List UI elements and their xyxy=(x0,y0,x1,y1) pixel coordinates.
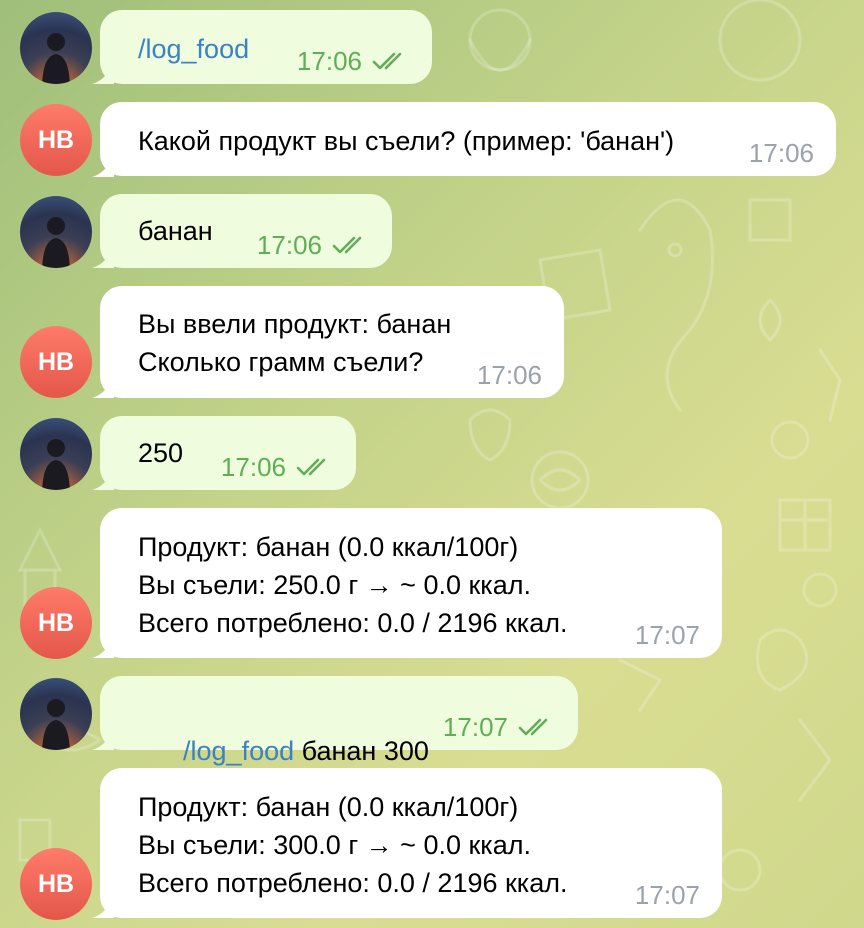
message-text-line: Продукт: банан (0.0 ккал/100г) xyxy=(138,792,519,822)
message-text: Какой продукт вы съели? (пример: 'банан'… xyxy=(138,126,675,156)
person-silhouette-icon xyxy=(42,699,70,750)
message-text-line: Сколько грамм съели? xyxy=(138,347,424,377)
message-text-line: Продукт: банан (0.0 ккал/100г) xyxy=(138,532,519,562)
person-silhouette-icon xyxy=(42,439,70,490)
chat-message-list[interactable]: /log_food 17:06 НВ Какой продукт вы съел… xyxy=(0,0,864,928)
message-time: 17:06 xyxy=(296,46,362,76)
message-bubble-incoming[interactable]: Вы ввели продукт: банан Сколько грамм съ… xyxy=(100,286,564,398)
message-time: 17:07 xyxy=(442,712,508,742)
message-bubble-incoming[interactable]: Продукт: банан (0.0 ккал/100г) Вы съели:… xyxy=(100,508,722,658)
message-bubble-outgoing[interactable]: /log_food банан 300 17:07 xyxy=(100,676,578,766)
message-text: 250 xyxy=(138,438,184,468)
bot-avatar[interactable]: НВ xyxy=(20,848,92,920)
message-text-line: Вы съели: 250.0 г → ~ 0.0 ккал. xyxy=(138,570,531,600)
message-time: 17:07 xyxy=(634,620,700,650)
message-text: банан 300 xyxy=(294,736,429,766)
message-bubble-incoming[interactable]: Продукт: банан (0.0 ккал/100г) Вы съели:… xyxy=(100,768,722,918)
message-text: банан xyxy=(138,216,213,246)
message-time: 17:06 xyxy=(476,360,542,390)
message-bubble-outgoing[interactable]: банан 17:06 xyxy=(100,194,392,268)
person-silhouette-icon xyxy=(42,217,70,268)
bot-avatar[interactable]: НВ xyxy=(20,587,92,659)
message-bubble-outgoing[interactable]: /log_food 17:06 xyxy=(100,10,432,84)
user-avatar[interactable] xyxy=(20,196,92,268)
read-double-check-icon xyxy=(296,456,334,478)
person-silhouette-icon xyxy=(42,33,70,84)
message-time: 17:06 xyxy=(220,452,286,482)
bot-avatar[interactable]: НВ xyxy=(20,104,92,176)
bot-command-link[interactable]: /log_food xyxy=(183,736,294,766)
read-double-check-icon xyxy=(332,234,370,256)
user-avatar[interactable] xyxy=(20,12,92,84)
message-text-line: Всего потреблено: 0.0 / 2196 ккал. xyxy=(138,608,568,638)
bot-avatar[interactable]: НВ xyxy=(20,326,92,398)
bot-command-link[interactable]: /log_food xyxy=(138,34,249,64)
user-avatar[interactable] xyxy=(20,418,92,490)
message-text-line: Всего потреблено: 0.0 / 2196 ккал. xyxy=(138,868,568,898)
read-double-check-icon xyxy=(518,716,556,738)
read-double-check-icon xyxy=(372,50,410,72)
message-bubble-incoming[interactable]: Какой продукт вы съели? (пример: 'банан'… xyxy=(100,102,836,176)
message-text-line: Вы съели: 300.0 г → ~ 0.0 ккал. xyxy=(138,830,531,860)
message-text-line: Вы ввели продукт: банан xyxy=(138,309,452,339)
user-avatar[interactable] xyxy=(20,678,92,750)
message-time: 17:06 xyxy=(256,230,322,260)
message-time: 17:07 xyxy=(634,880,700,910)
message-bubble-outgoing[interactable]: 250 17:06 xyxy=(100,416,356,490)
message-time: 17:06 xyxy=(748,138,814,168)
